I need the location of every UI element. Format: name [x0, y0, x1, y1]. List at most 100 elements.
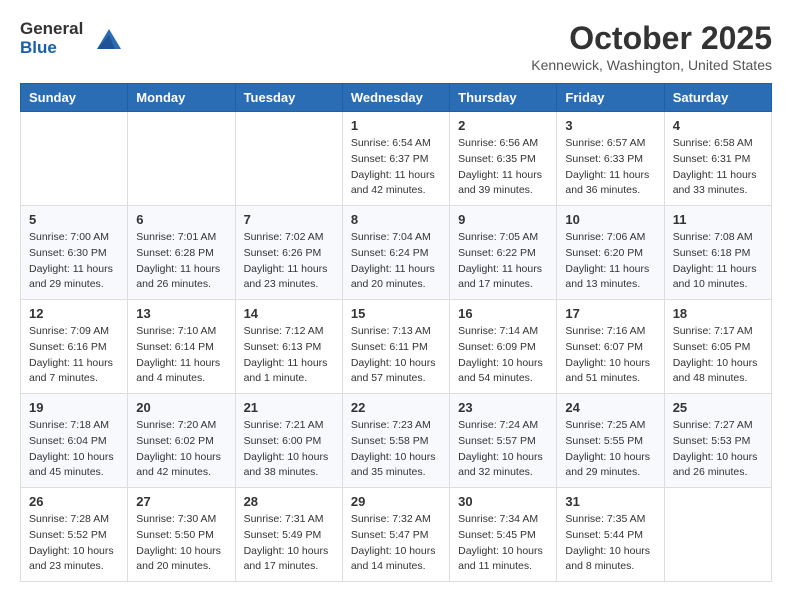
table-row: 19 Sunrise: 7:18 AM Sunset: 6:04 PM Dayli…	[21, 394, 128, 488]
day-info: Sunrise: 7:13 AM Sunset: 6:11 PM Dayligh…	[351, 324, 441, 387]
table-row: 16 Sunrise: 7:14 AM Sunset: 6:09 PM Dayli…	[450, 300, 557, 394]
day-info: Sunrise: 7:02 AM Sunset: 6:26 PM Dayligh…	[244, 230, 334, 293]
month-title: October 2025	[531, 20, 772, 57]
day-info: Sunrise: 6:58 AM Sunset: 6:31 PM Dayligh…	[673, 136, 763, 199]
table-row: 20Sunrise: 7:20 AM Sunset: 6:02 PM Dayli…	[128, 394, 235, 488]
table-row: 11Sunrise: 7:08 AM Sunset: 6:18 PM Dayli…	[664, 206, 771, 300]
day-info: Sunrise: 7:28 AM Sunset: 5:52 PM Dayligh…	[29, 512, 119, 575]
day-info: Sunrise: 7:16 AM Sunset: 6:07 PM Dayligh…	[565, 324, 655, 387]
day-number: 13	[136, 306, 226, 321]
col-sunday: Sunday	[21, 84, 128, 112]
table-row: 22 Sunrise: 7:23 AM Sunset: 5:58 PM Dayli…	[342, 394, 449, 488]
day-number: 4	[673, 118, 763, 133]
day-info: Sunrise: 7:00 AM Sunset: 6:30 PM Dayligh…	[29, 230, 119, 293]
day-info: Sunrise: 7:30 AM Sunset: 5:50 PM Dayligh…	[136, 512, 226, 575]
day-info: Sunrise: 6:54 AM Sunset: 6:37 PM Dayligh…	[351, 136, 441, 199]
day-number: 22	[351, 400, 441, 415]
table-row	[664, 488, 771, 582]
day-info: Sunrise: 7:27 AM Sunset: 5:53 PM Dayligh…	[673, 418, 763, 481]
day-number: 31	[565, 494, 655, 509]
table-row: 29 Sunrise: 7:32 AM Sunset: 5:47 PM Dayli…	[342, 488, 449, 582]
day-info: Sunrise: 7:09 AM Sunset: 6:16 PM Dayligh…	[29, 324, 119, 387]
table-row: 24Sunrise: 7:25 AM Sunset: 5:55 PM Dayli…	[557, 394, 664, 488]
table-row	[235, 112, 342, 206]
table-row: 23 Sunrise: 7:24 AM Sunset: 5:57 PM Dayli…	[450, 394, 557, 488]
day-info: Sunrise: 7:24 AM Sunset: 5:57 PM Dayligh…	[458, 418, 548, 481]
table-row: 26 Sunrise: 7:28 AM Sunset: 5:52 PM Dayli…	[21, 488, 128, 582]
table-row: 12 Sunrise: 7:09 AM Sunset: 6:16 PM Dayli…	[21, 300, 128, 394]
day-info: Sunrise: 7:23 AM Sunset: 5:58 PM Dayligh…	[351, 418, 441, 481]
table-row	[128, 112, 235, 206]
col-saturday: Saturday	[664, 84, 771, 112]
day-info: Sunrise: 7:20 AM Sunset: 6:02 PM Dayligh…	[136, 418, 226, 481]
day-info: Sunrise: 7:05 AM Sunset: 6:22 PM Dayligh…	[458, 230, 548, 293]
day-info: Sunrise: 7:01 AM Sunset: 6:28 PM Dayligh…	[136, 230, 226, 293]
day-info: Sunrise: 7:14 AM Sunset: 6:09 PM Dayligh…	[458, 324, 548, 387]
day-info: Sunrise: 7:08 AM Sunset: 6:18 PM Dayligh…	[673, 230, 763, 293]
page-header: General Blue October 2025 Kennewick, Was…	[20, 20, 772, 73]
day-info: Sunrise: 7:10 AM Sunset: 6:14 PM Dayligh…	[136, 324, 226, 387]
col-friday: Friday	[557, 84, 664, 112]
day-info: Sunrise: 7:25 AM Sunset: 5:55 PM Dayligh…	[565, 418, 655, 481]
logo-icon	[87, 21, 123, 57]
logo-blue: Blue	[20, 39, 83, 58]
logo: General Blue	[20, 20, 123, 57]
day-number: 6	[136, 212, 226, 227]
table-row: 1 Sunrise: 6:54 AM Sunset: 6:37 PM Daylig…	[342, 112, 449, 206]
day-number: 17	[565, 306, 655, 321]
table-row: 21Sunrise: 7:21 AM Sunset: 6:00 PM Dayli…	[235, 394, 342, 488]
table-row: 15 Sunrise: 7:13 AM Sunset: 6:11 PM Dayli…	[342, 300, 449, 394]
day-number: 3	[565, 118, 655, 133]
day-number: 5	[29, 212, 119, 227]
calendar-week-row: 26 Sunrise: 7:28 AM Sunset: 5:52 PM Dayli…	[21, 488, 772, 582]
table-row: 3 Sunrise: 6:57 AM Sunset: 6:33 PM Daylig…	[557, 112, 664, 206]
table-row: 28Sunrise: 7:31 AM Sunset: 5:49 PM Dayli…	[235, 488, 342, 582]
day-number: 25	[673, 400, 763, 415]
table-row: 25 Sunrise: 7:27 AM Sunset: 5:53 PM Dayli…	[664, 394, 771, 488]
day-number: 7	[244, 212, 334, 227]
table-row: 31 Sunrise: 7:35 AM Sunset: 5:44 PM Dayli…	[557, 488, 664, 582]
col-tuesday: Tuesday	[235, 84, 342, 112]
location: Kennewick, Washington, United States	[531, 57, 772, 73]
day-number: 16	[458, 306, 548, 321]
day-info: Sunrise: 7:18 AM Sunset: 6:04 PM Dayligh…	[29, 418, 119, 481]
calendar-week-row: 1 Sunrise: 6:54 AM Sunset: 6:37 PM Daylig…	[21, 112, 772, 206]
day-info: Sunrise: 6:57 AM Sunset: 6:33 PM Dayligh…	[565, 136, 655, 199]
day-number: 8	[351, 212, 441, 227]
table-row: 4 Sunrise: 6:58 AM Sunset: 6:31 PM Daylig…	[664, 112, 771, 206]
day-number: 10	[565, 212, 655, 227]
day-number: 26	[29, 494, 119, 509]
day-number: 9	[458, 212, 548, 227]
table-row: 6 Sunrise: 7:01 AM Sunset: 6:28 PM Daylig…	[128, 206, 235, 300]
table-row: 13 Sunrise: 7:10 AM Sunset: 6:14 PM Dayli…	[128, 300, 235, 394]
day-number: 15	[351, 306, 441, 321]
table-row: 27 Sunrise: 7:30 AM Sunset: 5:50 PM Dayli…	[128, 488, 235, 582]
col-wednesday: Wednesday	[342, 84, 449, 112]
day-number: 12	[29, 306, 119, 321]
day-number: 1	[351, 118, 441, 133]
day-number: 30	[458, 494, 548, 509]
day-number: 27	[136, 494, 226, 509]
table-row: 10 Sunrise: 7:06 AM Sunset: 6:20 PM Dayli…	[557, 206, 664, 300]
day-number: 23	[458, 400, 548, 415]
table-row: 18Sunrise: 7:17 AM Sunset: 6:05 PM Dayli…	[664, 300, 771, 394]
col-monday: Monday	[128, 84, 235, 112]
table-row: 9 Sunrise: 7:05 AM Sunset: 6:22 PM Daylig…	[450, 206, 557, 300]
table-row: 2Sunrise: 6:56 AM Sunset: 6:35 PM Daylig…	[450, 112, 557, 206]
day-number: 2	[458, 118, 548, 133]
day-info: Sunrise: 7:35 AM Sunset: 5:44 PM Dayligh…	[565, 512, 655, 575]
calendar-week-row: 5 Sunrise: 7:00 AM Sunset: 6:30 PM Daylig…	[21, 206, 772, 300]
day-number: 14	[244, 306, 334, 321]
table-row: 14Sunrise: 7:12 AM Sunset: 6:13 PM Dayli…	[235, 300, 342, 394]
table-row: 17 Sunrise: 7:16 AM Sunset: 6:07 PM Dayli…	[557, 300, 664, 394]
calendar-week-row: 12 Sunrise: 7:09 AM Sunset: 6:16 PM Dayli…	[21, 300, 772, 394]
day-number: 29	[351, 494, 441, 509]
table-row: 30Sunrise: 7:34 AM Sunset: 5:45 PM Dayli…	[450, 488, 557, 582]
day-number: 19	[29, 400, 119, 415]
table-row: 5 Sunrise: 7:00 AM Sunset: 6:30 PM Daylig…	[21, 206, 128, 300]
day-number: 28	[244, 494, 334, 509]
day-info: Sunrise: 7:32 AM Sunset: 5:47 PM Dayligh…	[351, 512, 441, 575]
day-info: Sunrise: 7:06 AM Sunset: 6:20 PM Dayligh…	[565, 230, 655, 293]
table-row	[21, 112, 128, 206]
day-info: Sunrise: 7:21 AM Sunset: 6:00 PM Dayligh…	[244, 418, 334, 481]
